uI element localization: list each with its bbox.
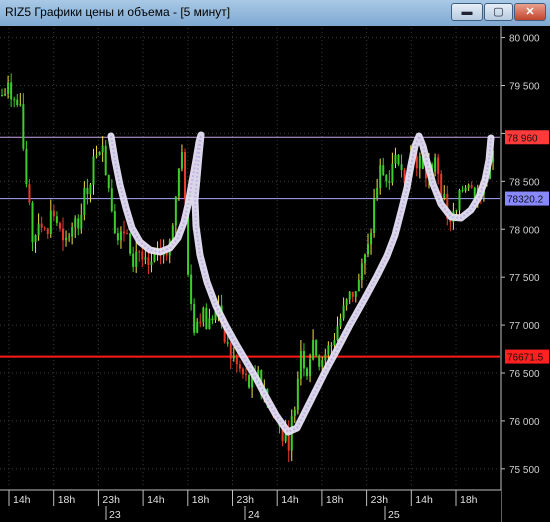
y-tick-label: 77 000: [509, 321, 540, 332]
close-icon: ✕: [525, 5, 535, 18]
candle: [177, 168, 180, 201]
chart-window: RIZ5 Графики цены и объема - [5 минут] ▬…: [0, 0, 550, 522]
x-tick-label: 14h: [415, 494, 433, 506]
maximize-button[interactable]: ▢: [484, 3, 513, 21]
x-tick-label: 18h: [460, 494, 478, 506]
y-tick-label: 78 000: [509, 225, 540, 236]
candle: [397, 153, 400, 166]
title-bar[interactable]: RIZ5 Графики цены и объема - [5 минут] ▬…: [0, 0, 550, 27]
date-label: 25: [388, 509, 400, 521]
x-tick-label: 14h: [13, 494, 31, 506]
price-chart[interactable]: 80 00079 50079 00078 50078 00077 50077 0…: [0, 26, 550, 522]
level-label: 78 960: [507, 133, 538, 144]
y-tick-label: 77 500: [509, 273, 540, 284]
level-label: 78320.2: [507, 195, 544, 206]
candle: [248, 374, 251, 390]
x-tick-label: 18h: [326, 494, 344, 506]
x-tick-label: 23h: [237, 494, 255, 506]
window-title: RIZ5 Графики цены и объема - [5 минут]: [5, 5, 231, 19]
x-tick-label: 14h: [147, 494, 165, 506]
y-tick-label: 79 500: [509, 82, 540, 93]
level-label: 76671.5: [507, 353, 544, 364]
y-tick-label: 78 500: [509, 177, 540, 188]
close-button[interactable]: ✕: [514, 3, 546, 21]
candle: [129, 232, 132, 256]
x-tick-label: 23h: [102, 494, 120, 506]
candle: [315, 339, 318, 358]
x-tick-label: 23h: [371, 494, 389, 506]
date-label: 24: [248, 509, 260, 521]
y-tick-label: 76 500: [509, 369, 540, 380]
minimize-icon: ▬: [461, 5, 473, 18]
minimize-button[interactable]: ▬: [451, 3, 483, 21]
y-tick-label: 76 000: [509, 417, 540, 428]
y-tick-label: 75 500: [509, 465, 540, 476]
candle: [193, 298, 196, 336]
x-tick-label: 14h: [281, 494, 299, 506]
x-tick-label: 18h: [58, 494, 76, 506]
x-tick-label: 18h: [192, 494, 210, 506]
date-label: 23: [109, 509, 121, 521]
maximize-icon: ▢: [493, 5, 504, 18]
y-tick-label: 80 000: [509, 34, 540, 45]
